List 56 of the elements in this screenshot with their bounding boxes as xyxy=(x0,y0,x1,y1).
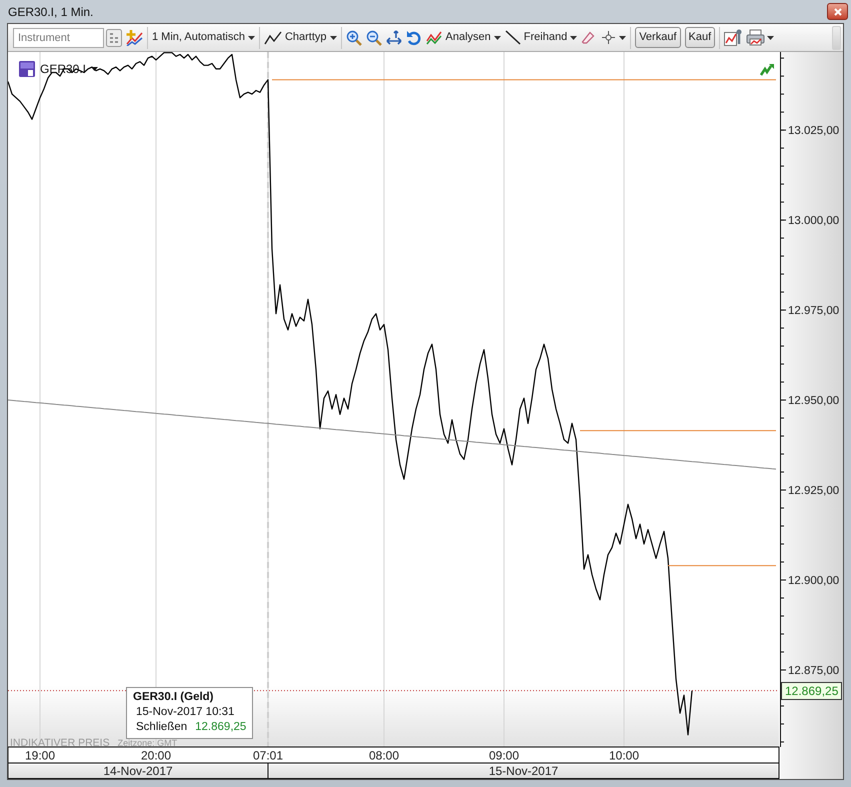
time-axis-label: 20:00 xyxy=(140,748,172,762)
window-title: GER30.I, 1 Min. xyxy=(8,4,94,20)
toolbar-grip[interactable] xyxy=(832,26,841,50)
price-axis-label: 12.925,00 xyxy=(788,485,840,498)
caret-icon xyxy=(494,36,501,40)
zoom-out-icon[interactable] xyxy=(366,30,382,46)
sell-button[interactable]: Verkauf xyxy=(635,27,681,48)
price-axis-label: 12.950,00 xyxy=(788,395,840,408)
time-axis-label: 19:00 xyxy=(24,748,56,762)
date-label: 15-Nov-2017 xyxy=(488,764,558,778)
tooltip-value: 12.869,25 xyxy=(195,720,246,735)
arrows-icon[interactable] xyxy=(386,30,402,46)
instrument-type-icon xyxy=(19,61,35,77)
caret-icon xyxy=(91,67,98,71)
list-icon[interactable] xyxy=(106,28,122,46)
buy-button[interactable]: Kauf xyxy=(684,27,716,48)
eraser-icon[interactable] xyxy=(581,30,596,44)
line-chart-icon xyxy=(264,30,282,44)
chart-type-dropdown[interactable]: Charttyp xyxy=(264,26,337,48)
time-axis-label: 07:01 xyxy=(252,748,284,762)
date-label: 14-Nov-2017 xyxy=(103,764,173,778)
zigzag-lines-icon xyxy=(426,30,443,44)
crosshair-icon xyxy=(602,31,616,44)
print-dropdown[interactable] xyxy=(746,26,774,48)
diagonal-line-icon xyxy=(504,30,521,45)
chart-wrench-icon[interactable] xyxy=(724,29,742,46)
time-axis-label: 08:00 xyxy=(368,748,400,762)
price-axis-label: 12.875,00 xyxy=(788,664,840,677)
tooltip-label: Schließen xyxy=(136,720,188,735)
tooltip-datetime: 15-Nov-2017 10:31 xyxy=(135,705,236,720)
add-indicator-icon[interactable] xyxy=(126,30,143,46)
time-axis-label: 09:00 xyxy=(488,748,520,762)
time-axis-label: 10:00 xyxy=(608,748,640,762)
freehand-dropdown[interactable]: Freihand xyxy=(504,26,578,48)
zoom-in-icon[interactable] xyxy=(346,30,362,46)
tooltip-title: GER30.I (Geld) xyxy=(133,690,215,705)
caret-icon xyxy=(619,36,626,40)
current-price-label: 12.869,25 xyxy=(781,682,842,700)
price-axis-label: 13.000,00 xyxy=(788,215,840,228)
caret-icon xyxy=(248,36,255,40)
close-icon xyxy=(834,8,842,16)
interval-dropdown[interactable]: 1 Min, Automatisch xyxy=(152,26,255,48)
price-axis-label: 12.900,00 xyxy=(788,575,840,587)
caret-icon xyxy=(330,36,337,40)
timezone-label: Zeitzone: GMT xyxy=(118,737,178,750)
undo-icon[interactable] xyxy=(406,30,422,46)
price-note: INDIKATIVER PREIS xyxy=(10,736,110,751)
close-button[interactable] xyxy=(827,3,848,20)
price-axis-label: 13.025,00 xyxy=(788,125,840,138)
trend-arrow-icon xyxy=(760,63,774,76)
caret-icon xyxy=(767,36,774,40)
caret-icon xyxy=(570,36,578,40)
analyses-dropdown[interactable]: Analysen xyxy=(426,26,501,48)
price-axis-label: 12.975,00 xyxy=(788,305,840,318)
printer-icon xyxy=(746,29,766,46)
instrument-field[interactable]: Instrument xyxy=(13,28,104,48)
